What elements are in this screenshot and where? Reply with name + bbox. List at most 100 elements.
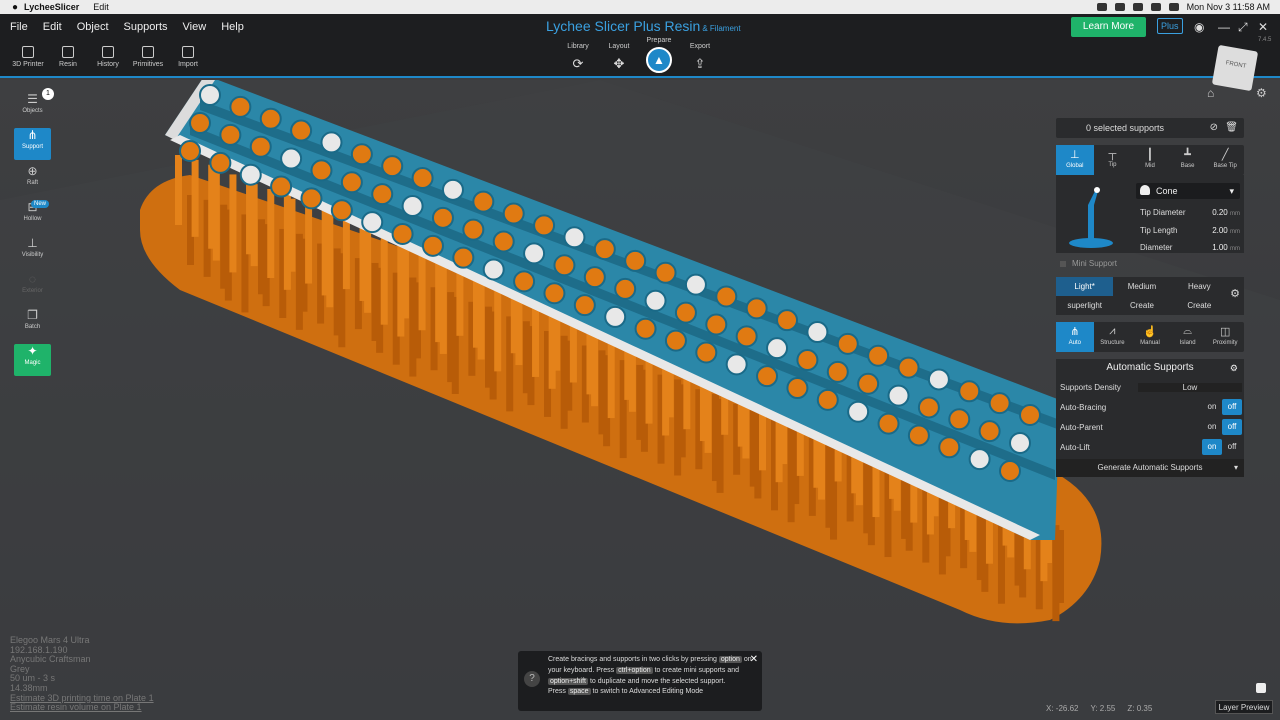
param-tip-length[interactable]: Tip Length 2.00 mm	[1140, 226, 1240, 235]
on-option[interactable]: on	[1202, 419, 1222, 435]
support-pillar[interactable]	[305, 203, 313, 284]
settings-icon[interactable]: ⚙	[1256, 86, 1267, 100]
shape-select[interactable]: Cone ▾	[1136, 183, 1240, 199]
exterior-button[interactable]: ◌ Exterior	[14, 272, 51, 304]
mode-proximity[interactable]: ◫ Proximity	[1206, 322, 1244, 352]
weight-superlight[interactable]: superlight	[1056, 296, 1113, 315]
mode-manual[interactable]: ☝ Manual	[1131, 322, 1169, 352]
support-pillar[interactable]	[229, 174, 237, 273]
mode-structure[interactable]: ⩘ Structure	[1094, 322, 1132, 352]
hollow-button[interactable]: ⊟HollowNew	[14, 200, 51, 232]
generate-automatic-supports-button[interactable]: Generate Automatic Supports ▾	[1056, 459, 1244, 477]
support-pillar[interactable]	[439, 256, 447, 354]
dropbox-icon[interactable]	[1114, 3, 1125, 11]
support-pillar[interactable]	[401, 242, 409, 319]
plus-badge[interactable]: Plus	[1157, 18, 1183, 34]
type-base[interactable]: ┻ Base	[1169, 145, 1207, 175]
tool-resin[interactable]: Resin	[48, 46, 88, 68]
type-global[interactable]: ⊥ Global	[1056, 145, 1094, 175]
wifi-icon[interactable]	[1150, 3, 1161, 11]
menu-help[interactable]: Help	[221, 21, 244, 33]
weight-light[interactable]: Light*	[1056, 277, 1114, 296]
mini-support-checkbox[interactable]: Mini Support	[1056, 255, 1244, 273]
off-option[interactable]: off	[1222, 399, 1242, 415]
support-pillar[interactable]	[364, 227, 372, 313]
support-pillar[interactable]	[1057, 530, 1064, 603]
home-icon[interactable]: ⌂	[1207, 86, 1214, 100]
param-value[interactable]: 2.00 mm	[1212, 226, 1240, 235]
apple-icon[interactable]: ●	[12, 2, 18, 13]
weight-heavy[interactable]: Heavy	[1171, 277, 1228, 296]
tab-prepare[interactable]: Prepare ▲	[641, 37, 677, 73]
support-pillar[interactable]	[267, 188, 275, 278]
layer-preview-button[interactable]: Layer Preview	[1215, 700, 1273, 714]
clock[interactable]: Mon Nov 3 11:58 AM	[1187, 2, 1270, 12]
learn-more-button[interactable]: Learn More	[1071, 17, 1146, 37]
param-diameter[interactable]: Diameter 1.00 mm	[1140, 243, 1240, 252]
trash-icon[interactable]: 🗑	[1225, 122, 1238, 133]
maximize-icon[interactable]: ⤢	[1238, 20, 1248, 35]
batch-button[interactable]: ❐ Batch	[14, 308, 51, 340]
auto-settings-icon[interactable]: ⚙	[1230, 359, 1238, 377]
on-option[interactable]: on	[1202, 399, 1222, 415]
magic-button[interactable]: ✦ Magic	[14, 344, 51, 376]
menu-object[interactable]: Object	[77, 21, 109, 33]
support-pillar[interactable]	[191, 159, 199, 237]
close-tip-icon[interactable]: ✕	[750, 654, 758, 666]
on-option[interactable]: on	[1202, 439, 1222, 455]
off-option[interactable]: off	[1222, 439, 1242, 455]
account-icon[interactable]: ◉	[1194, 20, 1204, 34]
mode-auto[interactable]: ⋔ Auto	[1056, 322, 1094, 352]
off-option[interactable]: off	[1222, 419, 1242, 435]
menu-view[interactable]: View	[183, 21, 207, 33]
resin-name[interactable]: Anycubic Craftsman	[10, 655, 154, 665]
minimize-icon[interactable]: —	[1218, 20, 1230, 34]
menu-supports[interactable]: Supports	[124, 21, 168, 33]
param-value[interactable]: 0.20 mm	[1212, 208, 1240, 217]
tab-layout[interactable]: Layout ✥	[601, 43, 637, 72]
chevron-down-icon[interactable]: ▾	[1234, 459, 1238, 477]
density-select[interactable]: Low	[1138, 382, 1242, 392]
menu-edit[interactable]: Edit	[43, 21, 62, 33]
tool-import[interactable]: Import	[168, 46, 208, 68]
weight-create-2[interactable]: Create	[1171, 296, 1228, 315]
support-pillar[interactable]	[250, 184, 258, 267]
tool-history[interactable]: History	[88, 46, 128, 68]
support-pillar[interactable]	[288, 198, 296, 272]
close-icon[interactable]: ✕	[1258, 20, 1268, 34]
tool-3d-printer[interactable]: 3D Printer	[8, 46, 48, 68]
support-button[interactable]: ⋔ Support	[14, 128, 51, 160]
app-name[interactable]: LycheeSlicer	[24, 2, 79, 12]
weight-create-1[interactable]: Create	[1113, 296, 1170, 315]
support-pillar[interactable]	[380, 232, 388, 325]
navigation-cube[interactable]: FRONT	[1211, 44, 1259, 92]
weight-settings-icon[interactable]: ⚙	[1230, 287, 1240, 300]
resize-handle[interactable]	[1256, 683, 1266, 693]
support-pillar[interactable]	[418, 247, 426, 331]
objects-button[interactable]: ☰ Objects 1	[14, 88, 54, 124]
hide-icon[interactable]: ⊘	[1210, 122, 1218, 133]
visibility-button[interactable]: ⊥ Visibility	[14, 236, 51, 268]
support-pillar[interactable]	[342, 218, 350, 290]
support-pillar[interactable]	[326, 213, 334, 308]
weight-medium[interactable]: Medium	[1113, 277, 1170, 296]
support-pillar[interactable]	[175, 155, 182, 225]
type-base-tip[interactable]: ╱ Base Tip	[1206, 145, 1244, 175]
record-icon[interactable]	[1096, 3, 1107, 11]
tab-library[interactable]: Library ⟳	[560, 43, 596, 72]
model-hole	[857, 372, 880, 395]
type-tip[interactable]: ┬ Tip	[1094, 145, 1132, 175]
search-icon[interactable]	[1168, 3, 1179, 11]
support-pillar[interactable]	[212, 169, 220, 261]
param-value[interactable]: 1.00 mm	[1212, 243, 1240, 252]
battery-icon[interactable]	[1132, 3, 1143, 11]
raft-button[interactable]: ⊕ Raft	[14, 164, 51, 196]
param-tip-diameter[interactable]: Tip Diameter 0.20 mm	[1140, 208, 1240, 217]
menu-file[interactable]: File	[10, 21, 28, 33]
mac-edit-menu[interactable]: Edit	[93, 2, 109, 12]
tool-primitives[interactable]: Primitives	[128, 46, 168, 68]
estimate-volume-link[interactable]: Estimate resin volume on Plate 1	[10, 703, 154, 713]
tab-export[interactable]: Export ⇪	[682, 43, 718, 72]
mode-island[interactable]: ⌓ Island	[1169, 322, 1207, 352]
type-mid[interactable]: ┃ Mid	[1131, 145, 1169, 175]
